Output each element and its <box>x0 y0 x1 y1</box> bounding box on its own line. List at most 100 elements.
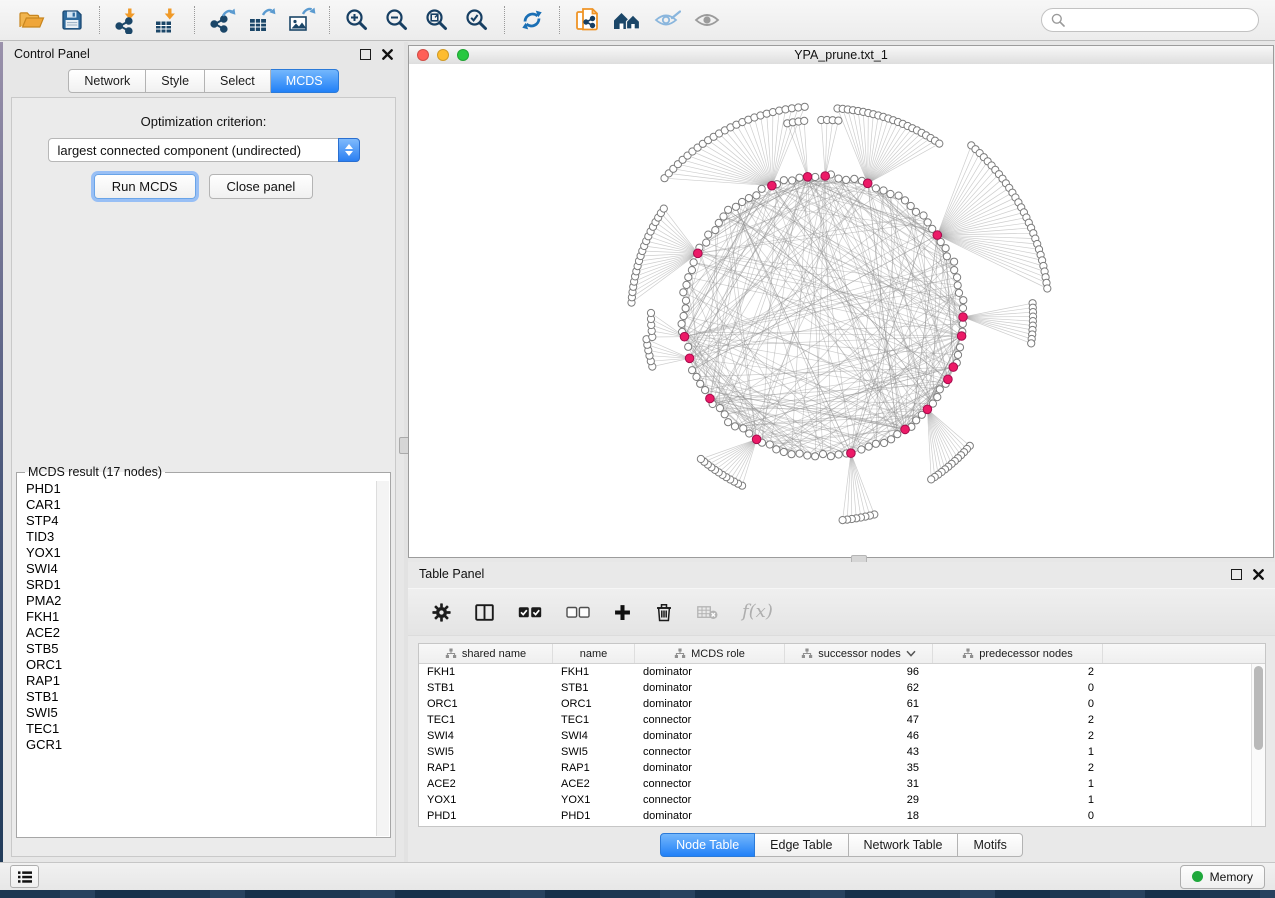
tab-edge-table[interactable]: Edge Table <box>755 833 848 857</box>
column-header-predecessor-nodes[interactable]: predecessor nodes <box>933 644 1103 663</box>
network-node[interactable] <box>934 394 941 401</box>
network-node[interactable] <box>887 190 894 197</box>
mcds-result-item[interactable]: PMA2 <box>18 593 377 609</box>
zoom-in-button[interactable] <box>337 4 377 36</box>
mcds-result-item[interactable]: STB1 <box>18 689 377 705</box>
network-node[interactable] <box>812 453 819 460</box>
table-row[interactable]: RAP1RAP1dominator352 <box>419 760 1252 776</box>
network-node[interactable] <box>901 197 908 204</box>
search-box[interactable] <box>1041 8 1259 32</box>
network-node[interactable] <box>913 417 920 424</box>
network-node[interactable] <box>720 213 727 220</box>
mcds-result-item[interactable]: STB5 <box>18 641 377 657</box>
network-node[interactable] <box>693 373 700 380</box>
network-node[interactable] <box>907 202 914 209</box>
mcds-result-item[interactable]: TEC1 <box>18 721 377 737</box>
network-node[interactable] <box>956 344 963 351</box>
table-row[interactable]: YOX1YOX1connector291 <box>419 792 1252 808</box>
network-node[interactable] <box>872 185 879 192</box>
network-node[interactable] <box>740 425 747 432</box>
network-leaf-node[interactable] <box>928 476 935 483</box>
network-leaf-node[interactable] <box>697 455 704 462</box>
network-node[interactable] <box>705 231 712 238</box>
network-node[interactable] <box>680 289 687 296</box>
network-node[interactable] <box>685 343 692 350</box>
network-node[interactable] <box>716 405 723 412</box>
mcds-result-item[interactable]: ACE2 <box>18 625 377 641</box>
network-mcds-node[interactable] <box>847 449 856 458</box>
network-node[interactable] <box>689 367 696 374</box>
network-node[interactable] <box>942 245 949 252</box>
tab-mcds[interactable]: MCDS <box>271 69 339 93</box>
mcds-result-item[interactable]: GCR1 <box>18 737 377 753</box>
network-node[interactable] <box>924 219 931 226</box>
network-node[interactable] <box>758 185 765 192</box>
deselect-all-columns-button[interactable] <box>566 606 590 619</box>
network-node[interactable] <box>680 312 687 319</box>
table-row[interactable]: PHD1PHD1dominator180 <box>419 808 1252 824</box>
network-leaf-node[interactable] <box>801 117 808 124</box>
network-node[interactable] <box>888 436 895 443</box>
network-mcds-node[interactable] <box>803 173 812 182</box>
mcds-result-item[interactable]: SWI4 <box>18 561 377 577</box>
network-node[interactable] <box>943 253 950 260</box>
network-node[interactable] <box>721 411 728 418</box>
network-node[interactable] <box>731 423 738 430</box>
table-row[interactable]: ORC1ORC1dominator610 <box>419 696 1252 712</box>
network-node[interactable] <box>880 187 887 194</box>
network-node[interactable] <box>835 175 842 182</box>
network-window-titlebar[interactable]: YPA_prune.txt_1 <box>409 46 1273 65</box>
network-node[interactable] <box>819 451 826 458</box>
zoom-selected-button[interactable] <box>457 4 497 36</box>
close-window-icon[interactable] <box>417 49 429 61</box>
network-leaf-node[interactable] <box>835 117 842 124</box>
network-node[interactable] <box>739 198 746 205</box>
create-column-button[interactable] <box>614 604 631 621</box>
mcds-result-item[interactable]: SRD1 <box>18 577 377 593</box>
table-scrollbar-thumb[interactable] <box>1254 666 1263 750</box>
close-panel-icon[interactable] <box>1253 569 1264 580</box>
save-session-button[interactable] <box>52 4 92 36</box>
network-mcds-node[interactable] <box>957 332 966 341</box>
tab-node-table[interactable]: Node Table <box>660 833 755 857</box>
network-mcds-node[interactable] <box>863 179 872 188</box>
network-mcds-node[interactable] <box>923 405 932 414</box>
network-node[interactable] <box>688 267 695 274</box>
network-mcds-node[interactable] <box>694 249 703 258</box>
network-node[interactable] <box>682 305 689 312</box>
network-mcds-node[interactable] <box>933 231 942 240</box>
network-canvas[interactable] <box>409 64 1273 557</box>
network-node[interactable] <box>912 208 919 215</box>
table-row[interactable]: SWI5SWI5connector431 <box>419 744 1252 760</box>
tab-network-table[interactable]: Network Table <box>849 833 959 857</box>
network-leaf-node[interactable] <box>647 309 654 316</box>
network-node[interactable] <box>690 259 697 266</box>
network-node[interactable] <box>843 176 850 183</box>
network-node[interactable] <box>702 387 709 394</box>
table-row[interactable]: FKH1FKH1dominator962 <box>419 664 1252 680</box>
network-node[interactable] <box>812 173 819 180</box>
zoom-fit-button[interactable] <box>417 4 457 36</box>
refresh-view-button[interactable] <box>512 4 552 36</box>
network-mcds-node[interactable] <box>949 363 958 372</box>
mcds-result-item[interactable]: FKH1 <box>18 609 377 625</box>
network-node[interactable] <box>894 431 901 438</box>
network-node[interactable] <box>715 219 722 226</box>
mcds-result-item[interactable]: SWI5 <box>18 705 377 721</box>
network-node[interactable] <box>685 274 692 281</box>
network-node[interactable] <box>712 227 719 234</box>
select-all-columns-button[interactable] <box>518 606 542 619</box>
network-node[interactable] <box>954 282 961 289</box>
network-mcds-node[interactable] <box>680 332 689 341</box>
network-leaf-node[interactable] <box>839 517 846 524</box>
network-node[interactable] <box>959 305 966 312</box>
network-node[interactable] <box>951 258 958 265</box>
close-panel-icon[interactable] <box>382 49 393 60</box>
network-node[interactable] <box>789 177 796 184</box>
tab-network[interactable]: Network <box>68 69 146 93</box>
table-row[interactable]: TEC1TEC1connector472 <box>419 712 1252 728</box>
column-header-name[interactable]: name <box>553 644 635 663</box>
network-node[interactable] <box>753 192 760 199</box>
minimize-window-icon[interactable] <box>437 49 449 61</box>
network-mcds-node[interactable] <box>944 375 953 384</box>
